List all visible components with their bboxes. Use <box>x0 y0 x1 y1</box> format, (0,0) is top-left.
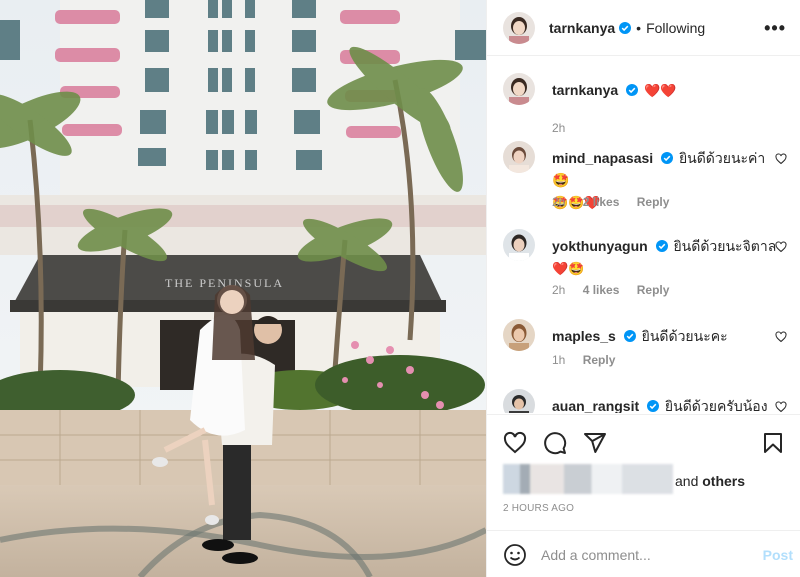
comment-time[interactable]: 1h <box>552 353 565 367</box>
avatar[interactable] <box>503 73 535 105</box>
likes-summary[interactable]: and others <box>503 464 793 496</box>
comment-form: Add a comment... Post <box>487 530 800 577</box>
comment-item: mind_napasasi ยินดีด้วยนะค่า🤩 🤩🤩❤️ 2h 2 … <box>503 141 793 221</box>
blurred-likers <box>503 464 673 494</box>
verified-icon <box>626 84 639 96</box>
comment-text: ยินดีด้วยนะจิตาล <box>673 238 777 254</box>
others-link[interactable]: others <box>702 473 745 489</box>
caption: tarnkanya ❤️❤️ 2h <box>503 73 793 143</box>
caption-username[interactable]: tarnkanya <box>552 82 618 98</box>
post-button[interactable]: Post <box>763 547 793 563</box>
reply-button[interactable]: Reply <box>637 195 670 209</box>
share-icon[interactable] <box>583 431 607 455</box>
likes-text[interactable]: and others <box>675 473 745 489</box>
like-comment-heart-icon[interactable] <box>775 401 787 413</box>
more-options-button[interactable]: ••• <box>764 18 786 39</box>
verified-icon <box>647 400 660 412</box>
comment-username[interactable]: maples_s <box>552 328 616 344</box>
verified-icon <box>655 240 668 252</box>
like-comment-heart-icon[interactable] <box>775 331 787 343</box>
comment-username[interactable]: auan_rangsit <box>552 398 639 413</box>
post-sidebar: tarnkanya • Following ••• tarnkanya ❤️❤️… <box>486 0 800 577</box>
header-separator: • <box>636 19 642 36</box>
reply-button[interactable]: Reply <box>637 283 670 297</box>
avatar[interactable] <box>503 229 535 261</box>
verified-icon <box>619 21 632 34</box>
comment-text: ยินดีด้วยนะคะ <box>641 328 728 344</box>
reply-button[interactable]: Reply <box>583 353 616 367</box>
header-username[interactable]: tarnkanya <box>549 20 615 36</box>
like-comment-heart-icon[interactable] <box>775 153 787 165</box>
comment-likes[interactable]: 4 likes <box>583 283 620 297</box>
avatar[interactable] <box>503 319 535 351</box>
avatar[interactable] <box>503 141 535 173</box>
verified-icon <box>623 330 636 342</box>
like-comment-heart-icon[interactable] <box>775 241 787 253</box>
avatar[interactable] <box>503 389 535 413</box>
following-button[interactable]: Following <box>646 20 705 36</box>
comment-input[interactable]: Add a comment... <box>541 547 651 563</box>
caption-time[interactable]: 2h <box>552 121 565 135</box>
action-bar <box>487 414 800 466</box>
bookmark-icon[interactable] <box>761 431 785 455</box>
avatar[interactable] <box>503 11 535 44</box>
post-header: tarnkanya • Following ••• <box>487 0 800 56</box>
comment-item: yokthunyagun ยินดีด้วยนะจิตาล ❤️🤩 2h 4 l… <box>503 229 793 309</box>
verified-icon <box>661 152 674 164</box>
heart-icon[interactable] <box>503 431 527 455</box>
comment-username[interactable]: yokthunyagun <box>552 238 648 254</box>
comment-likes[interactable]: 2 likes <box>583 195 620 209</box>
comment-item: auan_rangsit ยินดีด้วยครับน้อง🎉 <box>503 389 793 413</box>
post-photo[interactable]: THE PENINSULA <box>0 0 486 577</box>
comment-username[interactable]: mind_napasasi <box>552 150 653 166</box>
comment-item: maples_s ยินดีด้วยนะคะ 1h Reply <box>503 319 793 379</box>
caption-text: ❤️❤️ <box>643 83 677 98</box>
emoji-icon[interactable] <box>503 543 527 567</box>
post-timestamp[interactable]: 2 HOURS AGO <box>503 503 574 514</box>
comment-time[interactable]: 2h <box>552 283 565 297</box>
comment-time[interactable]: 2h <box>552 195 565 209</box>
comment-text-emoji: ❤️🤩 <box>552 261 585 276</box>
comment-icon[interactable] <box>543 431 567 455</box>
comments-list[interactable]: tarnkanya ❤️❤️ 2h mind_napasasi ยินดีด้ว… <box>487 57 800 413</box>
